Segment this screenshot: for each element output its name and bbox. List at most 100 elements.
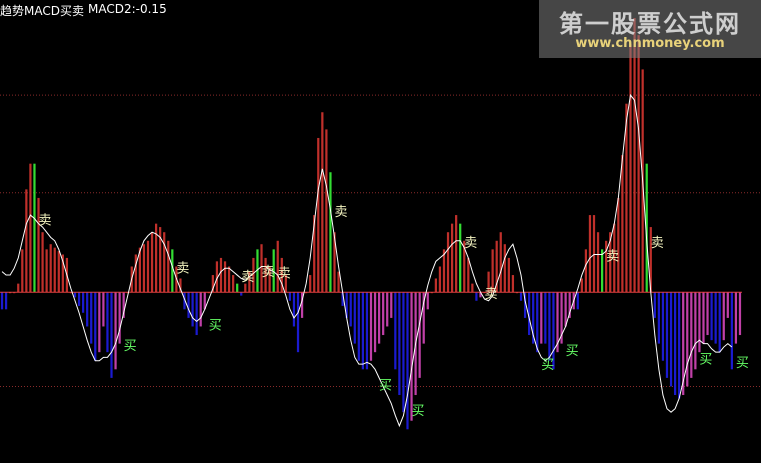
macd-bar bbox=[584, 249, 588, 293]
macd-bar bbox=[82, 292, 85, 313]
macd-bar bbox=[394, 292, 397, 370]
macd-bar bbox=[365, 292, 369, 370]
macd-bar bbox=[86, 292, 89, 327]
macd-bar bbox=[191, 292, 194, 327]
macd-bar bbox=[434, 278, 437, 293]
macd-bar bbox=[118, 292, 121, 344]
macd-bar bbox=[317, 137, 320, 293]
macd-bar bbox=[503, 244, 506, 293]
macd-bar bbox=[673, 292, 677, 396]
macd-bar bbox=[580, 278, 583, 293]
macd-bar bbox=[57, 251, 60, 293]
macd-bar bbox=[446, 232, 450, 293]
sell-signal-label: 卖 bbox=[606, 249, 619, 264]
macd-bar bbox=[146, 240, 150, 293]
macd-bar bbox=[665, 292, 669, 378]
macd-bar bbox=[296, 292, 300, 353]
macd-bar bbox=[106, 292, 109, 353]
macd-chart: 卖买卖买卖卖卖卖买买卖卖买买卖卖买买 bbox=[0, 18, 761, 430]
macd-bar bbox=[0, 292, 4, 310]
macd-bar bbox=[369, 292, 373, 361]
macd-bar bbox=[633, 18, 636, 293]
watermark-name: 第一股票公式网 bbox=[559, 10, 741, 38]
buy-signal-label: 买 bbox=[736, 356, 749, 371]
macd-bar bbox=[321, 112, 324, 293]
watermark-url: www.chnmoney.com bbox=[575, 36, 725, 51]
macd-bar bbox=[21, 249, 24, 293]
macd-bar bbox=[702, 292, 705, 344]
macd-bar bbox=[536, 292, 539, 353]
macd-bar bbox=[694, 292, 697, 370]
macd-bar bbox=[41, 232, 44, 293]
macd-bar bbox=[73, 292, 77, 298]
macd-bar bbox=[426, 292, 429, 310]
macd-bar bbox=[240, 292, 243, 296]
macd-bar bbox=[309, 275, 312, 293]
macd-bar bbox=[134, 254, 137, 293]
macd-bar bbox=[33, 163, 36, 293]
macd-bar bbox=[219, 257, 223, 293]
macd-bar bbox=[698, 292, 701, 353]
macd-bar bbox=[377, 292, 381, 344]
macd-bar bbox=[706, 292, 709, 336]
macd-bar bbox=[418, 292, 421, 378]
macd-bar bbox=[722, 292, 725, 341]
macd-bar bbox=[77, 292, 81, 306]
macd-bar bbox=[653, 292, 656, 318]
macd-bar bbox=[227, 266, 231, 293]
macd-bar bbox=[471, 283, 474, 293]
macd-bar bbox=[292, 292, 296, 327]
macd-bar bbox=[491, 249, 494, 293]
sell-signal-label: 卖 bbox=[464, 236, 477, 251]
macd-bar bbox=[718, 292, 721, 353]
macd-bar bbox=[329, 172, 332, 293]
sell-signal-label: 卖 bbox=[261, 265, 274, 280]
macd-bar bbox=[459, 223, 462, 293]
macd-bar bbox=[467, 257, 470, 293]
macd-bar bbox=[110, 292, 113, 378]
macd-bar bbox=[45, 249, 48, 293]
macd-bar bbox=[544, 292, 547, 344]
macd-bar bbox=[187, 292, 190, 318]
sell-signal-label: 卖 bbox=[484, 287, 497, 302]
macd-bar bbox=[98, 292, 101, 353]
macd-bar bbox=[455, 215, 458, 293]
macd-bar bbox=[617, 197, 620, 293]
buy-signal-label: 买 bbox=[699, 353, 712, 368]
macd-bar bbox=[450, 223, 454, 293]
macd-bar bbox=[588, 215, 592, 293]
macd-bar bbox=[142, 244, 146, 293]
macd-bar bbox=[337, 271, 340, 293]
macd-bar bbox=[398, 292, 401, 396]
macd-bar bbox=[499, 232, 502, 293]
macd-bar bbox=[686, 292, 689, 387]
macd-bar bbox=[629, 43, 632, 293]
macd-bar bbox=[167, 240, 170, 293]
macd-bar bbox=[390, 292, 393, 318]
macd-bar bbox=[171, 249, 174, 293]
sell-signal-label: 卖 bbox=[278, 267, 291, 282]
macd-bar bbox=[601, 249, 604, 293]
macd-bar bbox=[661, 292, 665, 361]
macd-bar bbox=[678, 292, 681, 399]
macd-bar bbox=[726, 292, 729, 318]
macd-bar bbox=[382, 292, 385, 336]
macd-bar bbox=[114, 292, 117, 370]
buy-signal-label: 买 bbox=[411, 404, 424, 419]
macd-bar bbox=[402, 292, 405, 413]
sell-signal-label: 卖 bbox=[38, 214, 51, 229]
macd-bar bbox=[90, 292, 93, 344]
macd-bar bbox=[288, 292, 292, 301]
macd-bar bbox=[163, 232, 166, 293]
macd-bar bbox=[410, 292, 413, 421]
macd-bar bbox=[53, 247, 56, 293]
macd-bar bbox=[195, 292, 198, 336]
macd-bar bbox=[540, 292, 543, 344]
macd-bar bbox=[730, 292, 733, 370]
macd-bar bbox=[25, 189, 28, 293]
macd-bar bbox=[102, 292, 105, 327]
macd-bar bbox=[475, 292, 478, 301]
macd-bar bbox=[576, 292, 579, 310]
macd-bar bbox=[657, 292, 660, 344]
sell-signal-label: 卖 bbox=[241, 270, 254, 285]
